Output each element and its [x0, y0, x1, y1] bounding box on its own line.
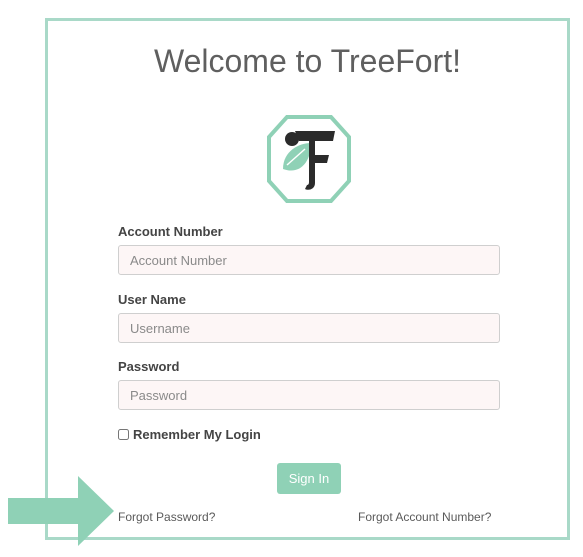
password-label: Password	[118, 359, 180, 374]
forgot-password-link[interactable]: Forgot Password?	[118, 510, 215, 524]
arrow-right-icon	[8, 476, 114, 546]
treefort-logo-icon	[267, 115, 351, 203]
sign-in-button[interactable]: Sign In	[277, 463, 341, 494]
page-title: Welcome to TreeFort!	[153, 43, 462, 79]
page: Welcome to TreeFort! Account Number User…	[0, 0, 583, 557]
login-card: Welcome to TreeFort! Account Number User…	[45, 18, 570, 540]
forgot-account-number-link[interactable]: Forgot Account Number?	[358, 510, 491, 524]
password-input[interactable]	[118, 380, 500, 410]
remember-checkbox[interactable]	[118, 429, 129, 440]
user-name-label: User Name	[118, 292, 186, 307]
remember-label: Remember My Login	[133, 427, 261, 442]
account-number-input[interactable]	[118, 245, 500, 275]
remember-login[interactable]: Remember My Login	[118, 427, 261, 442]
account-number-label: Account Number	[118, 224, 223, 239]
username-input[interactable]	[118, 313, 500, 343]
